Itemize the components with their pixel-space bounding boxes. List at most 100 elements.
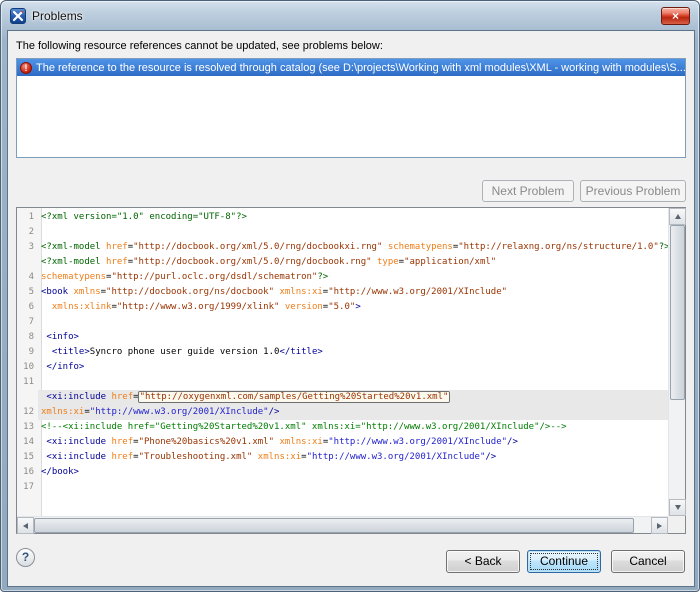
line-number: 3: [17, 240, 38, 255]
syntax-token: <xi:include: [46, 392, 111, 402]
arrow-right-icon: [657, 523, 662, 529]
code-row[interactable]: 12xmlns:xi="http://www.w3.org/2001/XIncl…: [17, 405, 668, 420]
scroll-down-button[interactable]: [669, 499, 686, 516]
close-button[interactable]: ×: [661, 7, 690, 25]
line-number: 17: [17, 480, 38, 495]
help-button[interactable]: ?: [16, 548, 35, 567]
arrow-down-icon: [675, 505, 681, 510]
code-row[interactable]: <xi:include href="http://oxygenxml.com/s…: [17, 390, 668, 405]
syntax-token: "http://relaxng.org/ns/structure/1.0": [458, 242, 658, 252]
continue-button[interactable]: Continue: [527, 550, 601, 573]
code-row[interactable]: 6 xmlns:xlink="http://www.w3.org/1999/xl…: [17, 300, 668, 315]
syntax-token: [41, 302, 52, 312]
code-row[interactable]: 7: [17, 315, 668, 330]
code-line: <!--<xi:include href="Getting%20Started%…: [38, 420, 668, 435]
syntax-token: href: [106, 257, 128, 267]
code-row[interactable]: 10 </info>: [17, 360, 668, 375]
code-row[interactable]: 4schematypens="http://purl.oclc.org/dsdl…: [17, 270, 668, 285]
syntax-token: "http://docbook.org/xml/5.0/rng/docbookx…: [133, 242, 382, 252]
code-row[interactable]: 8 <info>: [17, 330, 668, 345]
scroll-up-button[interactable]: [669, 208, 686, 225]
syntax-token: <xi:include: [46, 437, 111, 447]
syntax-token: href: [106, 242, 128, 252]
code-row[interactable]: 11: [17, 375, 668, 390]
line-number: 2: [17, 225, 38, 240]
line-number: 15: [17, 450, 38, 465]
syntax-token: "http://docbook.org/ns/docbook": [106, 287, 274, 297]
code-line: </info>: [38, 360, 668, 375]
code-row[interactable]: <?xml-model href="http://docbook.org/xml…: [17, 255, 668, 270]
code-line: schematypens="http://purl.oclc.org/dsdl/…: [38, 270, 668, 285]
line-number: 14: [17, 435, 38, 450]
code-line: <?xml version="1.0" encoding="UTF-8"?>: [38, 210, 668, 225]
syntax-token: "Phone%20basics%20v1.xml": [139, 437, 274, 447]
code-line: <xi:include href="http://oxygenxml.com/s…: [38, 390, 668, 405]
syntax-token: >: [355, 302, 360, 312]
line-number: 7: [17, 315, 38, 330]
syntax-token: "application/xml": [404, 257, 496, 267]
problems-list[interactable]: The reference to the resource is resolve…: [16, 58, 686, 158]
previous-problem-button[interactable]: Previous Problem: [580, 180, 686, 202]
code-line: </book>: [38, 465, 668, 480]
code-line: [38, 375, 668, 390]
syntax-token: "Troubleshooting.xml": [139, 452, 253, 462]
scroll-right-button[interactable]: [651, 517, 668, 534]
syntax-token: xmlns:xi: [279, 287, 322, 297]
syntax-token: "http://purl.oclc.org/dsdl/schematron": [111, 272, 317, 282]
code-row[interactable]: 3<?xml-model href="http://docbook.org/xm…: [17, 240, 668, 255]
code-row[interactable]: 14 <xi:include href="Phone%20basics%20v1…: [17, 435, 668, 450]
vertical-scroll-thumb[interactable]: [670, 225, 685, 400]
code-line: [38, 480, 668, 495]
code-line: [38, 315, 668, 330]
syntax-token: />: [485, 452, 496, 462]
code-line: <?xml-model href="http://docbook.org/xml…: [38, 240, 668, 255]
syntax-token: xmlns:xi: [41, 407, 84, 417]
window-title: Problems: [32, 9, 83, 23]
syntax-token: <?xml version="1.0" encoding="UTF-8"?>: [41, 212, 247, 222]
syntax-token: schematypens: [388, 242, 453, 252]
xml-editor[interactable]: 1<?xml version="1.0" encoding="UTF-8"?>2…: [16, 207, 686, 534]
syntax-token: <info>: [46, 332, 79, 342]
code-row[interactable]: 1<?xml version="1.0" encoding="UTF-8"?>: [17, 210, 668, 225]
syntax-token: ?>: [317, 272, 328, 282]
syntax-token: <!--<xi:include href="Getting%20Started%…: [41, 422, 567, 432]
code-row[interactable]: 13<!--<xi:include href="Getting%20Starte…: [17, 420, 668, 435]
code-rows[interactable]: 1<?xml version="1.0" encoding="UTF-8"?>2…: [17, 208, 668, 516]
syntax-token: href: [111, 437, 133, 447]
syntax-token: "http://www.w3.org/2001/XInclude": [90, 407, 269, 417]
syntax-token: ?>: [659, 242, 668, 252]
syntax-token: <book: [41, 287, 74, 297]
code-row[interactable]: 16</book>: [17, 465, 668, 480]
code-row[interactable]: 15 <xi:include href="Troubleshooting.xml…: [17, 450, 668, 465]
syntax-token: <?xml-model: [41, 242, 106, 252]
code-row[interactable]: 17: [17, 480, 668, 495]
code-row[interactable]: 5<book xmlns="http://docbook.org/ns/docb…: [17, 285, 668, 300]
line-number: 11: [17, 375, 38, 390]
app-icon: [10, 8, 26, 24]
dialog-body: The following resource references cannot…: [8, 31, 694, 586]
syntax-token: xmlns: [74, 287, 101, 297]
code-line: <title>Syncro phone user guide version 1…: [38, 345, 668, 360]
next-problem-button[interactable]: Next Problem: [482, 180, 574, 202]
code-row[interactable]: 2: [17, 225, 668, 240]
horizontal-scrollbar[interactable]: [17, 516, 668, 533]
close-icon: ×: [672, 9, 679, 23]
error-icon: [20, 62, 32, 74]
syntax-token: xmlns:xlink: [52, 302, 112, 312]
scroll-left-button[interactable]: [17, 517, 34, 534]
line-number: 13: [17, 420, 38, 435]
syntax-token: schematypens: [41, 272, 106, 282]
line-number: 1: [17, 210, 38, 225]
back-button[interactable]: < Back: [446, 550, 520, 573]
problem-item[interactable]: The reference to the resource is resolve…: [17, 59, 685, 76]
syntax-token: "5.0": [328, 302, 355, 312]
horizontal-scroll-thumb[interactable]: [34, 518, 634, 533]
title-bar[interactable]: Problems: [1, 1, 699, 31]
line-number: 16: [17, 465, 38, 480]
highlighted-reference: "http://oxygenxml.com/samples/Getting%20…: [139, 392, 450, 402]
cancel-button[interactable]: Cancel: [611, 550, 685, 573]
syntax-token: xmlns:xi: [258, 452, 301, 462]
vertical-scrollbar[interactable]: [668, 208, 685, 516]
code-row[interactable]: 9 <title>Syncro phone user guide version…: [17, 345, 668, 360]
line-number: 9: [17, 345, 38, 360]
